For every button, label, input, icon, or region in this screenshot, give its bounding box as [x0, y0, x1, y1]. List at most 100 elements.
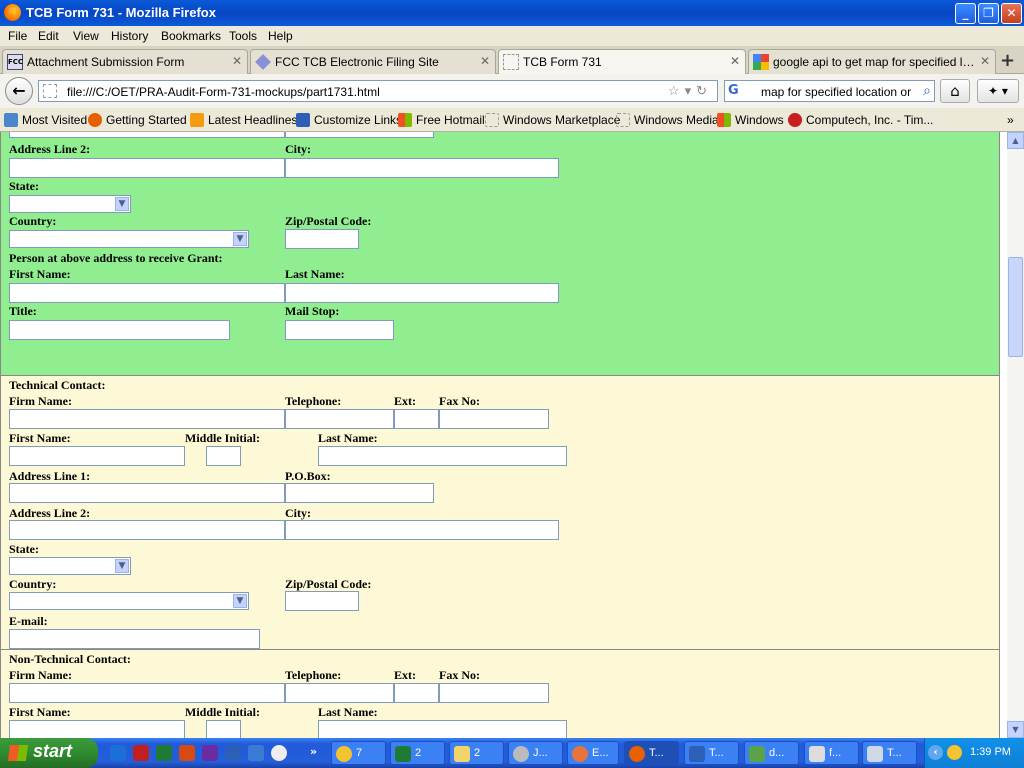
state-select[interactable]: ▼	[9, 557, 131, 575]
menu-edit[interactable]: Edit	[38, 29, 59, 43]
last-name-input[interactable]	[285, 283, 559, 303]
bookmark-most-visited[interactable]: Most Visited	[4, 113, 87, 127]
tab-fcc-tcb[interactable]: FCC TCB Electronic Filing Site ✕	[250, 49, 496, 74]
menu-tools[interactable]: Tools	[229, 29, 257, 43]
tab-attachment-submission[interactable]: FCC Attachment Submission Form ✕	[2, 49, 248, 74]
bookmark-computech[interactable]: Computech, Inc. - Tim...	[788, 113, 933, 127]
task-ftp[interactable]: f...	[804, 741, 859, 765]
task-eclipse[interactable]: E...	[567, 741, 619, 765]
tab-close-icon[interactable]: ✕	[232, 54, 242, 68]
task-excel-group[interactable]: 2	[390, 741, 445, 765]
address-line2-input[interactable]	[9, 158, 285, 178]
home-button[interactable]: ⌂	[940, 79, 970, 103]
minimize-button[interactable]: _	[955, 3, 976, 24]
address-line2-input[interactable]	[9, 520, 285, 540]
tab-close-icon[interactable]: ✕	[480, 54, 490, 68]
dropdown-icon[interactable]: ▾	[685, 83, 697, 98]
acrobat-icon[interactable]	[133, 745, 149, 761]
task-firefox[interactable]: T...	[624, 741, 679, 765]
bookmark-windows-marketplace[interactable]: Windows Marketplace	[485, 113, 620, 127]
task-folder-group[interactable]: 2	[449, 741, 504, 765]
clock-time[interactable]: 1:39 PM	[970, 746, 1011, 758]
email-input[interactable]	[9, 629, 260, 649]
first-name-input[interactable]	[9, 283, 285, 303]
clock-icon[interactable]	[947, 745, 962, 760]
publisher-icon[interactable]	[202, 745, 218, 761]
bookmark-customize-links[interactable]: Customize Links	[296, 113, 402, 127]
menu-bookmarks[interactable]: Bookmarks	[161, 29, 221, 43]
city-input[interactable]	[285, 158, 559, 178]
city-input[interactable]	[285, 520, 559, 540]
task-document[interactable]: d...	[744, 741, 799, 765]
task-java[interactable]: J...	[508, 741, 563, 765]
tab-close-icon[interactable]: ✕	[730, 54, 740, 68]
new-tab-button[interactable]: +	[1000, 50, 1015, 71]
addon-button[interactable]: ✦ ▾	[977, 79, 1019, 103]
last-name-input[interactable]	[318, 446, 567, 466]
country-select[interactable]: ▼	[9, 592, 249, 610]
scroll-down-button[interactable]: ▼	[1007, 721, 1024, 738]
po-box-input[interactable]	[285, 483, 434, 503]
ie-icon[interactable]	[110, 745, 126, 761]
mail-stop-input[interactable]	[285, 320, 394, 340]
middle-initial-input[interactable]	[206, 720, 241, 738]
scroll-up-button[interactable]: ▲	[1007, 132, 1024, 149]
media-player-icon[interactable]	[271, 745, 287, 761]
reload-icon[interactable]: ↻	[696, 83, 712, 98]
telephone-input[interactable]	[285, 683, 394, 703]
menu-history[interactable]: History	[111, 29, 148, 43]
title-input[interactable]	[9, 320, 230, 340]
excel-icon[interactable]	[156, 745, 172, 761]
quicklaunch-overflow-icon[interactable]: »	[310, 745, 326, 761]
country-select[interactable]: ▼	[9, 230, 249, 248]
menu-file[interactable]: File	[8, 29, 27, 43]
firm-name-input[interactable]	[9, 683, 285, 703]
bookmark-getting-started[interactable]: Getting Started	[88, 113, 187, 127]
back-button[interactable]: ←	[5, 77, 33, 105]
firm-name-input[interactable]	[9, 409, 285, 429]
bookmark-windows-media[interactable]: Windows Media	[616, 113, 719, 127]
ext-input[interactable]	[394, 683, 439, 703]
bookmark-latest-headlines[interactable]: Latest Headlines	[190, 113, 297, 127]
address-line1-input[interactable]	[9, 132, 285, 138]
task-terminal[interactable]: T...	[862, 741, 917, 765]
fax-input[interactable]	[439, 683, 549, 703]
ext-input[interactable]	[394, 409, 439, 429]
settings-icon[interactable]	[248, 745, 264, 761]
star-icon[interactable]: ☆	[668, 83, 685, 98]
word-icon[interactable]	[225, 745, 241, 761]
bookmark-free-hotmail[interactable]: Free Hotmail	[398, 113, 485, 127]
task-clock-group[interactable]: 7	[331, 741, 386, 765]
bookmarks-overflow-icon[interactable]: »	[1007, 113, 1014, 127]
url-bar[interactable]: file:///C:/OET/PRA-Audit-Form-731-mockup…	[38, 80, 718, 102]
chevron-down-icon: ▼	[115, 559, 129, 573]
search-engine-icon[interactable]: G	[728, 83, 739, 98]
middle-initial-input[interactable]	[206, 446, 241, 466]
menu-help[interactable]: Help	[268, 29, 293, 43]
close-button[interactable]: ✕	[1001, 3, 1022, 24]
vertical-scrollbar[interactable]: ▲ ▼	[1007, 132, 1024, 738]
outlook-icon[interactable]	[179, 745, 195, 761]
tab-tcb-form-731[interactable]: TCB Form 731 ✕	[498, 49, 746, 75]
tab-google-api[interactable]: google api to get map for specified loca…	[748, 49, 996, 74]
menu-view[interactable]: View	[73, 29, 99, 43]
first-name-input[interactable]	[9, 720, 185, 738]
scroll-thumb[interactable]	[1008, 257, 1023, 357]
zip-input[interactable]	[285, 591, 359, 611]
tab-close-icon[interactable]: ✕	[980, 54, 990, 68]
state-select[interactable]: ▼	[9, 195, 131, 213]
task-word[interactable]: T...	[684, 741, 739, 765]
bookmark-windows[interactable]: Windows	[717, 113, 784, 127]
start-button[interactable]: start	[0, 738, 98, 768]
chevron-left-icon[interactable]: ‹	[928, 745, 943, 760]
telephone-input[interactable]	[285, 409, 394, 429]
search-bar[interactable]: G map for specified location or cit ⌕	[724, 80, 935, 102]
address-line1-input[interactable]	[9, 483, 285, 503]
maximize-button[interactable]: ❐	[978, 3, 999, 24]
last-name-input[interactable]	[318, 720, 567, 738]
fax-input[interactable]	[439, 409, 549, 429]
first-name-input[interactable]	[9, 446, 185, 466]
zip-input[interactable]	[285, 229, 359, 249]
po-box-input[interactable]	[285, 132, 434, 138]
search-icon[interactable]: ⌕	[923, 82, 931, 99]
